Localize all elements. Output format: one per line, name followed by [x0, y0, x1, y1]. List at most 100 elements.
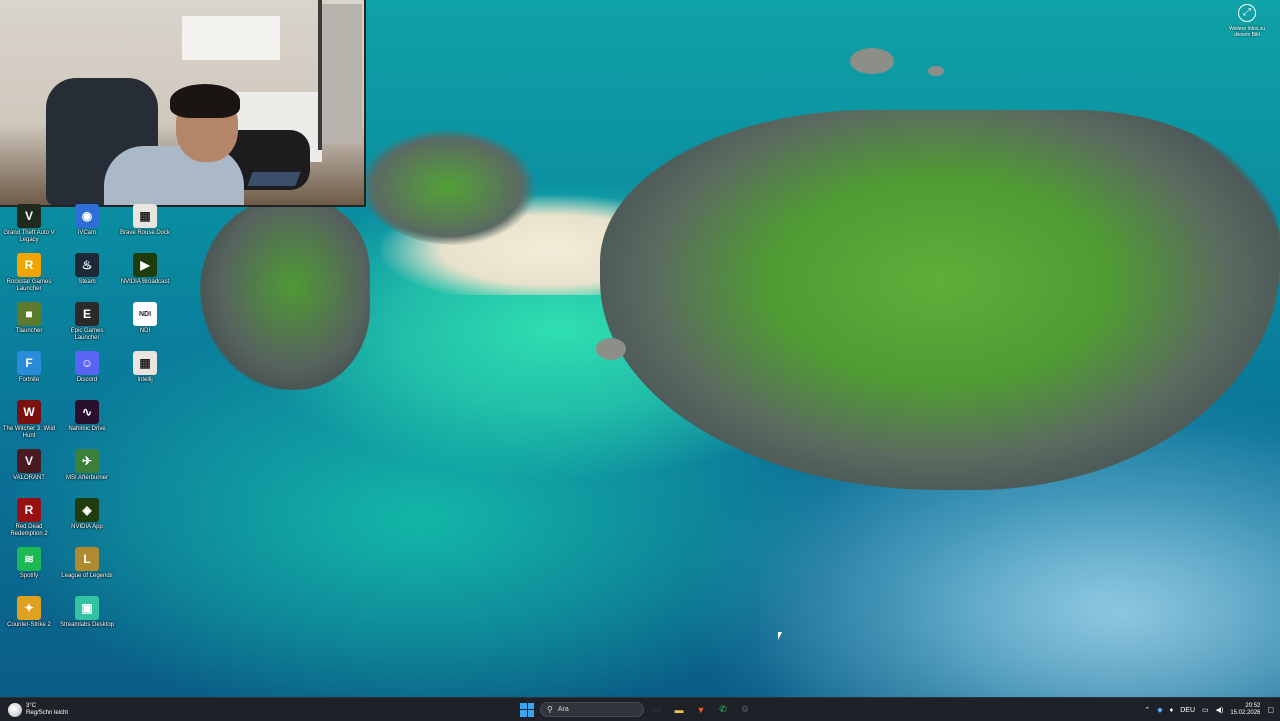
- desktop-icon[interactable]: ▶ NVIDIA Broadcast: [116, 253, 174, 286]
- fortnite-icon: F: [17, 351, 41, 375]
- webcam-overlay: [0, 0, 366, 207]
- whatsapp-icon[interactable]: ✆: [716, 703, 730, 717]
- spotify-icon: ≋: [17, 547, 41, 571]
- monitor-icon[interactable]: ▭: [1202, 706, 1209, 714]
- desktop-icon-label: NDI: [139, 328, 151, 334]
- audio-icon: ∿: [75, 400, 99, 424]
- desktop-icon-label: Spotify: [19, 573, 39, 579]
- desktop-icon[interactable]: ≋ Spotify: [0, 547, 58, 580]
- desktop-icon[interactable]: ∿ Nahimic Drive: [58, 400, 116, 433]
- witcher-icon: W: [17, 400, 41, 424]
- windows-logo-tile: [527, 702, 534, 709]
- weather-temp: 3°C: [26, 703, 37, 709]
- search-placeholder: Ara: [557, 706, 569, 713]
- desktop-icon[interactable]: ▣ Streamlabs Desktop: [58, 596, 116, 629]
- file-explorer-icon[interactable]: ▬: [672, 703, 686, 717]
- taskbar-search-box[interactable]: ⚲ Ara: [540, 702, 644, 717]
- notification-icon[interactable]: ▢: [1267, 706, 1274, 714]
- weather-desc: Reg/Schn leicht: [26, 710, 69, 716]
- nvidia-icon: ◈: [75, 498, 99, 522]
- cam-door: [322, 4, 362, 144]
- camera-icon: ◉: [75, 204, 99, 228]
- brave-icon[interactable]: ▼: [694, 703, 708, 717]
- steam-icon: ♨: [75, 253, 99, 277]
- desktop-icon-label: Fortnite: [18, 377, 40, 383]
- desktop-icon-label: Rockstar Games Launcher: [6, 279, 52, 292]
- gta-icon: V: [17, 204, 41, 228]
- volume-icon[interactable]: ◀): [1216, 706, 1224, 714]
- desktop-icon[interactable]: R Rockstar Games Launcher: [0, 253, 58, 293]
- widget-text: Weitere Infos zu diesem Bild: [1228, 26, 1266, 38]
- wallpaper-info-widget[interactable]: ⤢ Weitere Infos zu diesem Bild: [1222, 4, 1272, 38]
- clock-date: 15.02.2026: [1230, 710, 1261, 716]
- desktop-icon-label: Steam: [78, 279, 96, 285]
- valorant-icon: V: [17, 449, 41, 473]
- chevron-up-icon[interactable]: ⌃: [1144, 706, 1150, 714]
- language-indicator[interactable]: DEU: [1180, 707, 1195, 714]
- desktop-icon-label: Grand Theft Auto V Legacy: [3, 230, 55, 243]
- taskbar-center: ⚲ Ara ▭ ▬ ▼ ✆ ⚙: [520, 700, 752, 719]
- weather-text-block: 3°C Reg/Schn leicht: [26, 703, 68, 717]
- cs2-icon: ✦: [17, 596, 41, 620]
- desktop-icon-label: Streamlabs Desktop: [59, 622, 115, 628]
- taskbar: 3°C Reg/Schn leicht ⚲ Ara ▭ ▬ ▼ ✆ ⚙ ⌃ ◆ ♦ DE…: [0, 697, 1280, 721]
- desktop-icon[interactable]: F Fortnite: [0, 351, 58, 384]
- settings-icon[interactable]: ⚙: [738, 703, 752, 717]
- rockstar-icon: R: [17, 253, 41, 277]
- desktop-icon[interactable]: ✦ Counter-Strike 2: [0, 596, 58, 629]
- desktop-icon[interactable]: ☺ Discord: [58, 351, 116, 384]
- desktop-icon[interactable]: E Epic Games Launcher: [58, 302, 116, 342]
- desktop-icon-label: Discord: [76, 377, 98, 383]
- clock[interactable]: 20:52 15.02.2026: [1230, 703, 1260, 717]
- desktop-icon[interactable]: V VALORANT: [0, 449, 58, 482]
- mouse-cursor: [778, 632, 782, 640]
- desktop-icon[interactable]: L League of Legends: [58, 547, 116, 580]
- windows-logo-tile: [527, 710, 534, 717]
- rock: [928, 66, 944, 76]
- desktop-icon-label: MSI Afterburner: [65, 475, 109, 481]
- system-tray: ⌃ ◆ ♦ DEU ▭ ◀) 20:52 15.02.2026 ▢: [1144, 701, 1274, 719]
- ndi-icon: NDI: [133, 302, 157, 326]
- start-button[interactable]: [520, 702, 534, 717]
- cam-keyboard: [247, 172, 301, 186]
- desktop-icon-label: Red Dead Redemption 2: [10, 524, 48, 537]
- cam-cabinet: [182, 16, 280, 60]
- search-icon: ⚲: [547, 705, 553, 714]
- desktop-icon[interactable]: ✈ MSI Afterburner: [58, 449, 116, 482]
- task-view-icon[interactable]: ▭: [650, 703, 664, 717]
- desktop-icon-label: iVCam: [77, 230, 96, 236]
- desktop-icon[interactable]: ◉ iVCam: [58, 204, 116, 237]
- rock: [596, 338, 626, 360]
- desktop-icon-label: Nahimic Drive: [68, 426, 106, 432]
- desktop-icon[interactable]: ▦ Brave Rouse Dock: [116, 204, 174, 237]
- desktop-icon[interactable]: ◈ NVIDIA App: [58, 498, 116, 531]
- cloud-icon: [8, 703, 22, 717]
- rock: [850, 48, 894, 74]
- lol-icon: L: [75, 547, 99, 571]
- windows-logo-tile: [520, 710, 527, 717]
- network-icon[interactable]: ◆: [1157, 706, 1162, 714]
- desktop-icon-label: NVIDIA App: [71, 524, 103, 530]
- desktop-icon-label: Intellij: [137, 377, 153, 383]
- desktop-icon[interactable]: ♨ Steam: [58, 253, 116, 286]
- desktop-icon[interactable]: W The Witcher 3: Wild Hunt: [0, 400, 58, 440]
- microphone-icon[interactable]: ♦: [1170, 707, 1174, 714]
- intellij-icon: ▦: [133, 351, 157, 375]
- windows-logo-tile: [520, 702, 527, 709]
- afterburner-icon: ✈: [75, 449, 99, 473]
- doc-icon: ▦: [133, 204, 157, 228]
- desktop-icon-label: League of Legends: [61, 573, 113, 579]
- desktop-icon-label: Epic Games Launcher: [70, 328, 104, 341]
- desktop-icon-label: Counter-Strike 2: [7, 622, 51, 628]
- desktop-icon[interactable]: NDI NDI: [116, 302, 174, 335]
- desktop-icon-label: Tlauncher: [15, 328, 43, 334]
- widget-icon: ⤢: [1238, 4, 1256, 22]
- desktop-icon-label: Brave Rouse Dock: [119, 230, 171, 236]
- weather-widget[interactable]: 3°C Reg/Schn leicht: [8, 701, 68, 719]
- discord-icon: ☺: [75, 351, 99, 375]
- desktop-icon[interactable]: ■ Tlauncher: [0, 302, 58, 335]
- streamlabs-icon: ▣: [75, 596, 99, 620]
- desktop-icon[interactable]: V Grand Theft Auto V Legacy: [0, 204, 58, 244]
- desktop-icon[interactable]: ▦ Intellij: [116, 351, 174, 384]
- desktop-icon[interactable]: R Red Dead Redemption 2: [0, 498, 58, 538]
